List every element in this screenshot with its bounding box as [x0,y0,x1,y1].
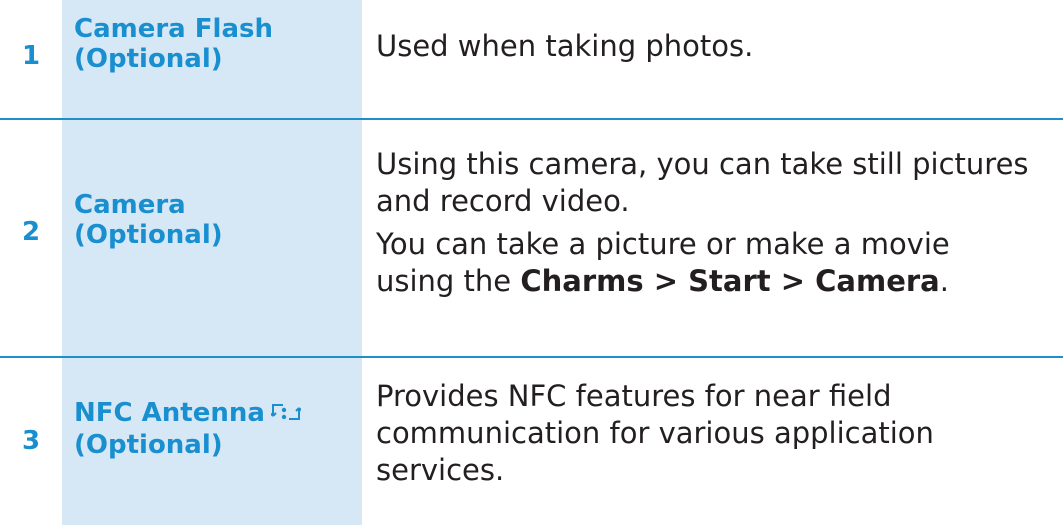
table-row: 2 Camera (Optional) Using this camera, y… [0,120,1063,356]
description-cell: Used when taking photos. [362,0,1063,118]
description-line: Using this camera, you can take still pi… [376,147,1029,181]
description-text: Used when taking photos. [376,29,754,63]
description-line: Provides NFC features for near field [376,379,892,413]
feature-description: Provides NFC features for near field com… [376,378,1056,489]
number-cell: 2 [0,120,62,356]
description-suffix: . [939,264,949,298]
number-cell: 1 [0,0,62,118]
description-line: using the Charms > Start > Camera. [376,263,1056,300]
label-cell: Camera (Optional) [62,120,362,356]
description-cell: Provides NFC features for near field com… [362,358,1063,525]
description-line: and record video. [376,184,630,218]
description-cell: Using this camera, you can take still pi… [362,120,1063,356]
feature-name-line2: (Optional) [74,44,223,74]
number-cell: 3 [0,358,62,525]
feature-description: Using this camera, you can take still pi… [376,146,1056,300]
feature-name-text: NFC Antenna [74,398,265,428]
feature-name-line2: (Optional) [74,430,223,460]
feature-name-line1: Camera Flash [74,14,273,44]
feature-name: NFC Antenna (Optional) [74,398,364,460]
row-number: 2 [21,217,41,247]
description-line: communication for various application [376,416,934,450]
feature-name-line2: (Optional) [74,220,223,250]
feature-name: Camera (Optional) [74,190,364,250]
nfc-icon [269,400,303,430]
label-cell: Camera Flash (Optional) [62,0,362,118]
feature-name-line1: NFC Antenna [74,398,364,430]
table-row: 1 Camera Flash (Optional) Used when taki… [0,0,1063,118]
menu-path: Charms > Start > Camera [520,264,940,298]
row-number: 3 [21,426,41,456]
feature-name-line1: Camera [74,190,186,220]
description-line: You can take a picture or make a movie [376,227,950,261]
feature-description: Used when taking photos. [376,28,1056,65]
description-line: services. [376,453,505,487]
row-number: 1 [21,41,41,71]
label-cell: NFC Antenna (Optional) [62,358,362,525]
table-row: 3 NFC Antenna (Optional) Provides NFC fe… [0,358,1063,525]
description-prefix: using the [376,264,521,298]
feature-table: 1 Camera Flash (Optional) Used when taki… [0,0,1063,525]
feature-name: Camera Flash (Optional) [74,14,364,74]
